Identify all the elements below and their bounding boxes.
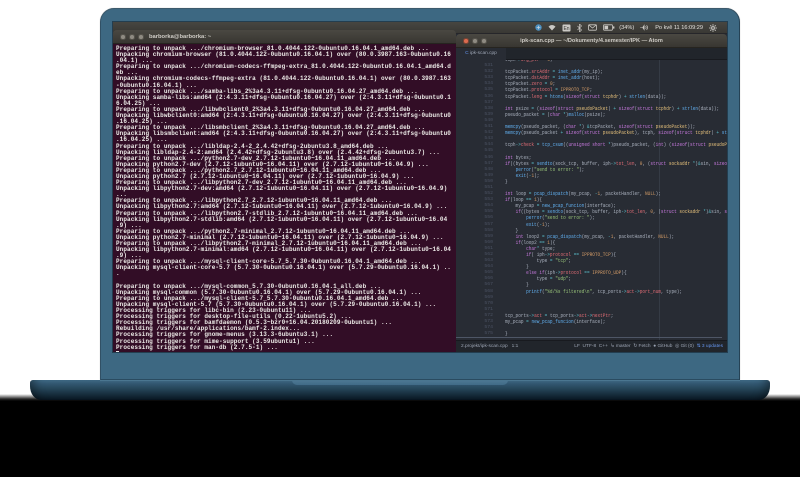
svg-text:En: En	[564, 25, 570, 31]
